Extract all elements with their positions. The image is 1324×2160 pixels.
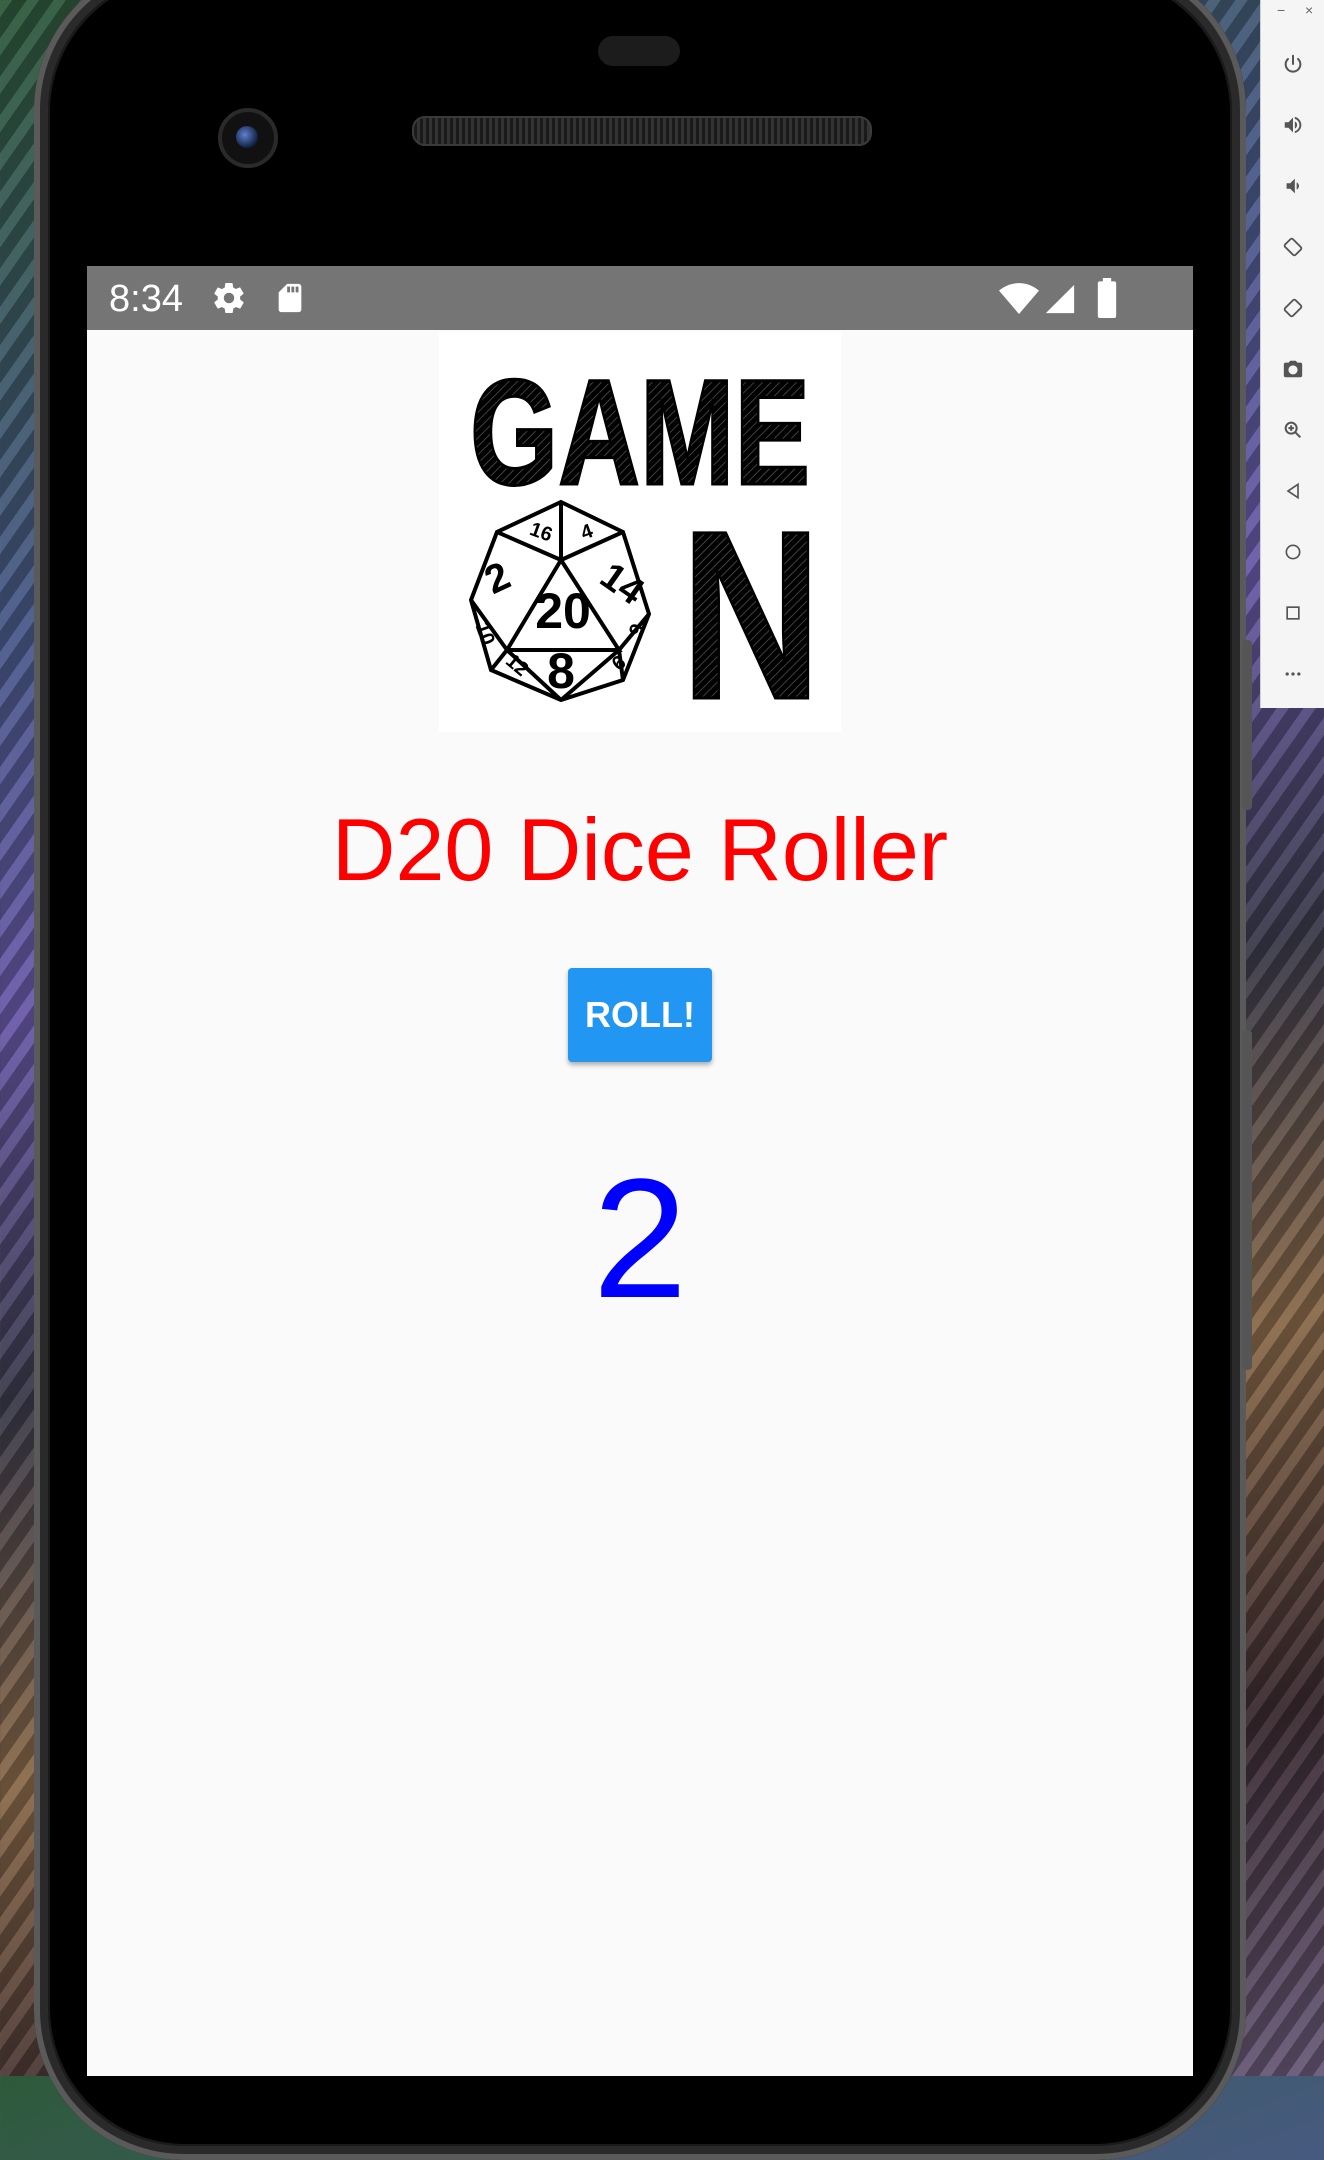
roll-button[interactable]: ROLL! bbox=[568, 968, 712, 1062]
die-face-number: 20 bbox=[535, 583, 591, 639]
speaker-grille bbox=[412, 116, 872, 146]
phone-screen: 8:34 GAME N 2 20 8 14 16 4 10 12 6 9 D20… bbox=[87, 266, 1193, 2076]
volume-down-icon[interactable] bbox=[1261, 162, 1324, 210]
status-bar: 8:34 bbox=[87, 266, 1193, 330]
home-icon[interactable] bbox=[1261, 528, 1324, 576]
wifi-icon bbox=[999, 282, 1039, 321]
cell-signal-icon bbox=[1043, 282, 1077, 321]
game-on-logo: GAME N 2 20 8 14 16 4 10 12 6 9 bbox=[439, 332, 841, 751]
minimize-button[interactable]: − bbox=[1277, 2, 1285, 18]
volume-up-icon[interactable] bbox=[1261, 101, 1324, 149]
gear-icon bbox=[211, 280, 247, 321]
phone-side-button bbox=[1242, 1030, 1252, 1370]
power-icon[interactable] bbox=[1261, 40, 1324, 88]
rotate-left-icon[interactable] bbox=[1261, 223, 1324, 271]
rotate-right-icon[interactable] bbox=[1261, 284, 1324, 332]
emulator-window-controls: − × bbox=[1261, 0, 1324, 22]
status-time: 8:34 bbox=[109, 278, 183, 320]
camera-icon[interactable] bbox=[1261, 345, 1324, 393]
front-camera bbox=[218, 108, 278, 168]
emulator-toolbar: − × bbox=[1260, 0, 1324, 708]
phone-side-button bbox=[1242, 640, 1252, 810]
battery-icon bbox=[1095, 278, 1119, 323]
close-button[interactable]: × bbox=[1305, 2, 1313, 18]
app-title: D20 Dice Roller bbox=[331, 800, 949, 899]
die-face-number: 8 bbox=[547, 643, 575, 699]
logo-n-text: N bbox=[681, 481, 821, 732]
sd-card-icon bbox=[273, 280, 307, 321]
overview-icon[interactable] bbox=[1261, 589, 1324, 637]
zoom-icon[interactable] bbox=[1261, 406, 1324, 454]
roll-result: 2 bbox=[592, 1144, 688, 1334]
more-icon[interactable] bbox=[1261, 650, 1324, 698]
earpiece-slot bbox=[598, 36, 680, 66]
back-icon[interactable] bbox=[1261, 467, 1324, 515]
